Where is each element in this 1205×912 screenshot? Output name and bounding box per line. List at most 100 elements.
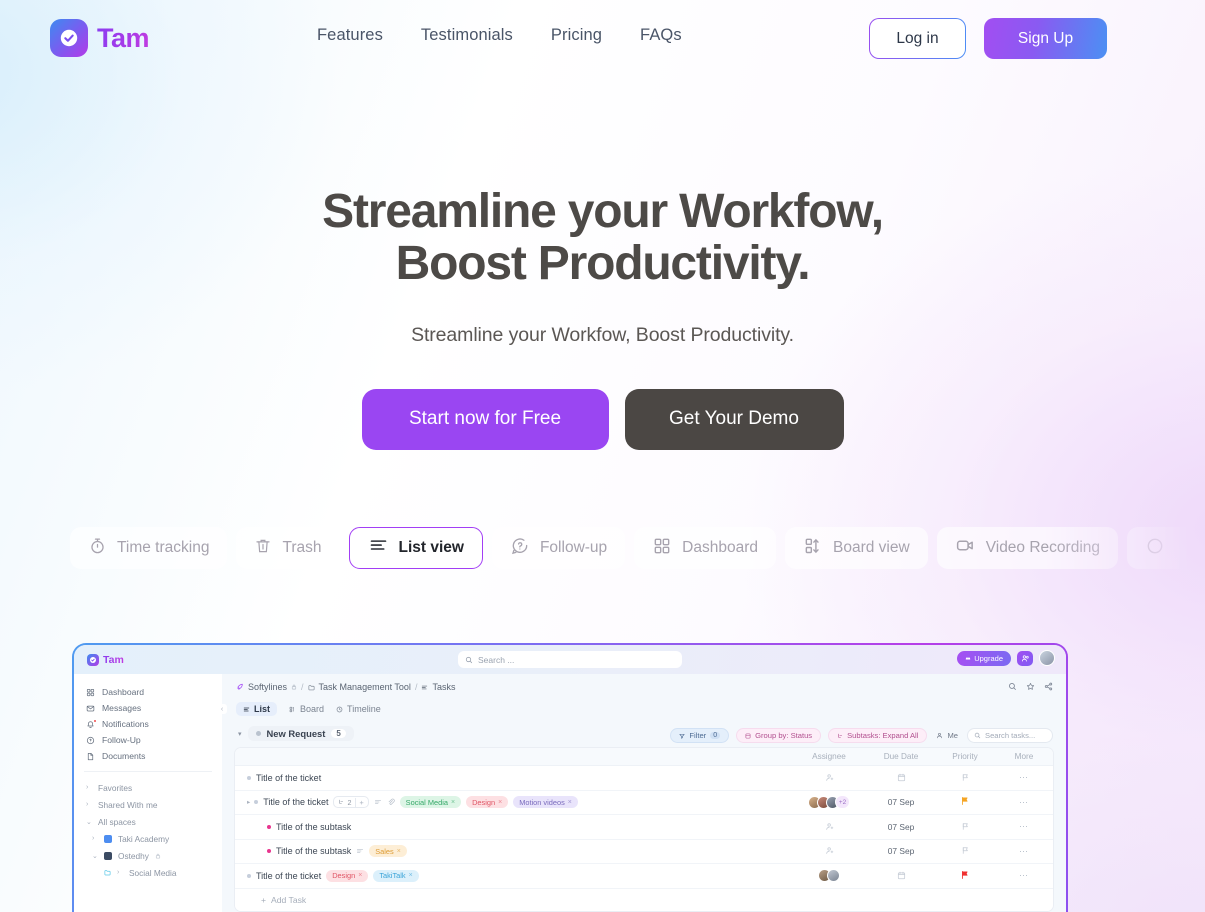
feature-pill-carousel[interactable]: Time tracking Trash List view Follow-up …: [70, 527, 1205, 569]
chevron-down-icon[interactable]: ▾: [238, 730, 242, 738]
row-more-button[interactable]: ⋯: [995, 772, 1053, 783]
task-title-cell[interactable]: Title of the ticket Design × TakiTalk ×: [235, 869, 791, 882]
pill-partial-next[interactable]: [1127, 527, 1205, 569]
task-title-cell[interactable]: Title of the subtask Sales ×: [235, 845, 791, 858]
priority-cell[interactable]: [935, 867, 995, 885]
pill-video-recording[interactable]: Video Recording: [936, 527, 1119, 569]
row-more-button[interactable]: ⋯: [995, 846, 1053, 857]
due-date-cell[interactable]: 07 Sep: [867, 797, 935, 807]
chevron-right-icon[interactable]: ▸: [247, 798, 250, 806]
description-icon[interactable]: [356, 847, 364, 855]
add-subtask-icon[interactable]: +: [355, 797, 364, 807]
task-tag[interactable]: Design ×: [326, 869, 369, 882]
sidebar-item-all-spaces[interactable]: ⌄ All spaces: [74, 813, 222, 830]
tag-remove-icon[interactable]: ×: [451, 799, 455, 806]
priority-cell[interactable]: [935, 769, 995, 787]
get-demo-button[interactable]: Get Your Demo: [624, 388, 844, 450]
row-more-button[interactable]: ⋯: [995, 821, 1053, 832]
task-tag[interactable]: Design ×: [466, 796, 509, 809]
collapse-sidebar-button[interactable]: ‹: [217, 704, 227, 714]
nav-item-features[interactable]: Features: [317, 26, 383, 45]
pill-trash[interactable]: Trash: [236, 527, 340, 569]
sidebar-item-ostedhy[interactable]: ⌄ Ostedhy: [74, 847, 222, 864]
attachment-icon[interactable]: [387, 798, 395, 806]
app-brand-logo[interactable]: Tam: [87, 653, 124, 666]
tab-list[interactable]: List: [236, 702, 278, 716]
sidebar-item-follow-up[interactable]: Follow-Up: [74, 732, 222, 748]
login-button[interactable]: Log in: [869, 18, 966, 59]
assignee-cell[interactable]: [791, 769, 867, 787]
task-title-cell[interactable]: Title of the subtask: [235, 822, 791, 832]
row-more-button[interactable]: ⋯: [995, 797, 1053, 808]
pill-list-view[interactable]: List view: [348, 527, 483, 569]
assignee-cell[interactable]: [791, 869, 867, 883]
sidebar-item-dashboard[interactable]: Dashboard: [74, 684, 222, 700]
table-row[interactable]: Title of the ticket Design× TakiTalk×: [235, 864, 1053, 889]
table-row[interactable]: Title of the subtask 07 Sep ⋯: [235, 815, 1053, 840]
app-global-search[interactable]: Search ...: [458, 651, 682, 668]
task-tag[interactable]: TakiTalk ×: [373, 869, 419, 882]
due-date-cell[interactable]: 07 Sep: [867, 822, 935, 832]
assignee-avatars[interactable]: [791, 869, 867, 883]
assignee-cell[interactable]: [791, 818, 867, 836]
upgrade-button[interactable]: Upgrade: [957, 650, 1011, 666]
search-icon[interactable]: [1008, 682, 1017, 691]
table-row[interactable]: ▸ Title of the ticket 2 + Social Media ×…: [235, 790, 1053, 815]
search-tasks-input[interactable]: Search tasks...: [967, 728, 1053, 743]
brand-logo[interactable]: Tam: [50, 19, 150, 57]
task-tag[interactable]: Motion videos ×: [513, 796, 578, 809]
pill-dashboard[interactable]: Dashboard: [634, 527, 776, 569]
priority-cell[interactable]: [935, 793, 995, 811]
subtasks-button[interactable]: Subtasks: Expand All: [828, 728, 928, 743]
task-title-cell[interactable]: ▸ Title of the ticket 2 + Social Media ×…: [235, 796, 791, 809]
invite-members-button[interactable]: [1017, 650, 1033, 666]
breadcrumb-item-1[interactable]: Softylines: [248, 682, 287, 692]
due-date-cell[interactable]: 07 Sep: [867, 846, 935, 856]
assignee-cell[interactable]: [791, 842, 867, 860]
sidebar-item-taki-academy[interactable]: › Taki Academy: [74, 830, 222, 847]
sidebar-item-notifications[interactable]: Notifications: [74, 716, 222, 732]
pill-time-tracking[interactable]: Time tracking: [70, 527, 228, 569]
pill-follow-up[interactable]: Follow-up: [491, 527, 626, 569]
share-icon[interactable]: [1044, 682, 1053, 691]
add-task-button[interactable]: + Add Task: [235, 888, 1053, 911]
priority-cell[interactable]: [935, 842, 995, 860]
tag-remove-icon[interactable]: ×: [498, 799, 502, 806]
me-filter-button[interactable]: Me: [934, 728, 960, 743]
task-tag[interactable]: Sales ×: [369, 845, 407, 858]
nav-item-testimonials[interactable]: Testimonials: [421, 26, 513, 45]
pill-board-view[interactable]: Board view: [785, 527, 928, 569]
sidebar-item-documents[interactable]: Documents: [74, 748, 222, 764]
sidebar-item-social-media[interactable]: › Social Media: [74, 864, 222, 881]
task-title-cell[interactable]: Title of the ticket: [235, 773, 791, 783]
tag-remove-icon[interactable]: ×: [358, 872, 362, 879]
tab-board[interactable]: Board: [289, 704, 324, 714]
star-icon[interactable]: [1026, 682, 1035, 691]
tab-timeline[interactable]: Timeline: [336, 704, 381, 714]
due-date-cell[interactable]: [867, 867, 935, 885]
nav-item-faqs[interactable]: FAQs: [640, 26, 682, 45]
nav-item-pricing[interactable]: Pricing: [551, 26, 602, 45]
breadcrumb-item-3[interactable]: Tasks: [432, 682, 455, 692]
description-icon[interactable]: [374, 798, 382, 806]
assignee-cell[interactable]: +2: [791, 795, 867, 810]
user-avatar[interactable]: [1039, 650, 1055, 666]
sidebar-item-messages[interactable]: Messages: [74, 700, 222, 716]
table-row[interactable]: Title of the ticket ⋯: [235, 766, 1053, 791]
row-more-button[interactable]: ⋯: [995, 870, 1053, 881]
breadcrumb-item-2[interactable]: Task Management Tool: [319, 682, 411, 692]
task-tag[interactable]: Social Media ×: [399, 796, 462, 809]
group-by-button[interactable]: Group by: Status: [736, 728, 822, 743]
subtask-count-badge[interactable]: 2 +: [333, 796, 369, 809]
tag-remove-icon[interactable]: ×: [409, 872, 413, 879]
sidebar-item-favorites[interactable]: › Favorites: [74, 779, 222, 796]
assignee-avatars[interactable]: +2: [791, 795, 867, 810]
signup-button[interactable]: Sign Up: [984, 18, 1107, 59]
sidebar-item-shared-with-me[interactable]: › Shared With me: [74, 796, 222, 813]
start-free-button[interactable]: Start now for Free: [361, 388, 609, 450]
table-row[interactable]: Title of the subtask Sales × 07 Sep ⋯: [235, 839, 1053, 864]
priority-cell[interactable]: [935, 818, 995, 836]
due-date-cell[interactable]: [867, 769, 935, 787]
filter-button[interactable]: Filter 0: [670, 728, 730, 743]
tag-remove-icon[interactable]: ×: [397, 848, 401, 855]
